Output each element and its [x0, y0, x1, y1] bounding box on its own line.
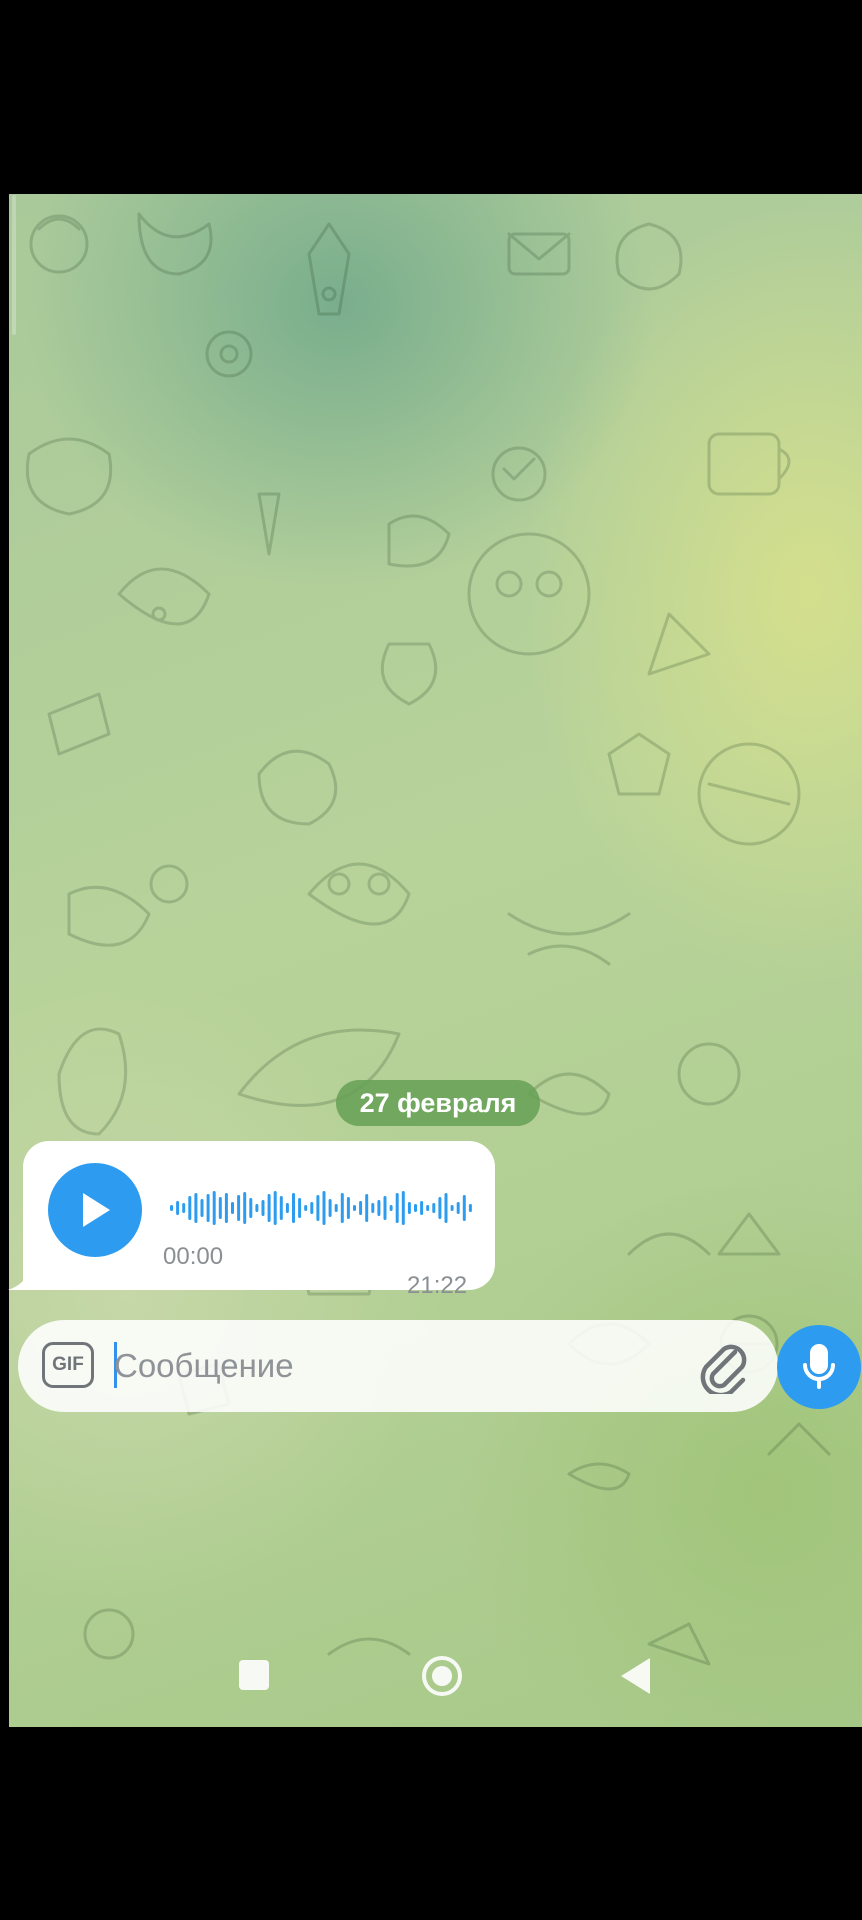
voice-duration: 00:00 — [163, 1243, 224, 1270]
waveform-bar — [407, 1202, 411, 1214]
waveform-bar — [432, 1203, 436, 1213]
scroll-indicator — [12, 195, 16, 335]
waveform-bar — [212, 1191, 216, 1225]
waveform-bar — [316, 1195, 320, 1221]
waveform-bar — [420, 1201, 424, 1215]
waveform-bar — [249, 1198, 253, 1218]
waveform-bar — [237, 1195, 241, 1221]
waveform-bar — [292, 1193, 295, 1223]
waveform-bar — [176, 1201, 180, 1215]
waveform-bar — [365, 1194, 369, 1222]
waveform-bar — [359, 1201, 363, 1215]
waveform-bar — [285, 1203, 289, 1213]
play-button[interactable] — [48, 1163, 142, 1257]
waveform-bar — [371, 1203, 375, 1213]
waveform-bar — [334, 1204, 338, 1212]
attach-button[interactable] — [695, 1334, 751, 1399]
message-time: 21:22 — [407, 1272, 468, 1299]
waveform-bar — [401, 1191, 405, 1225]
waveform-bar — [261, 1200, 265, 1216]
waveform-bar — [340, 1193, 344, 1223]
nav-home-button[interactable] — [421, 1655, 463, 1697]
waveform-bar — [206, 1194, 210, 1222]
waveform-bar — [414, 1204, 417, 1212]
chat-wallpaper-pattern — [25, 212, 831, 1666]
waveform-bar — [310, 1202, 314, 1214]
waveform-bar — [444, 1193, 448, 1223]
date-separator: 27 февраля — [336, 1080, 540, 1126]
waveform-bar — [279, 1196, 283, 1220]
waveform-bar — [389, 1205, 393, 1211]
gif-button[interactable]: GIF — [42, 1342, 94, 1388]
waveform-bar — [231, 1202, 234, 1214]
message-input[interactable] — [114, 1336, 674, 1396]
waveform-bar — [304, 1205, 308, 1211]
voice-record-button[interactable] — [777, 1325, 861, 1409]
waveform-bar — [194, 1193, 198, 1223]
waveform-bar — [298, 1198, 302, 1218]
waveform-bar — [450, 1205, 454, 1211]
waveform-bar — [328, 1199, 332, 1217]
play-icon — [83, 1193, 110, 1227]
waveform-bar — [377, 1200, 381, 1216]
waveform-bar — [170, 1205, 173, 1211]
waveform-bar — [188, 1196, 192, 1220]
waveform-bar — [243, 1192, 247, 1224]
waveform-bar — [267, 1194, 271, 1222]
chat-screen — [9, 194, 862, 1727]
waveform-bar — [383, 1196, 387, 1220]
waveform-bar — [456, 1202, 460, 1214]
microphone-icon — [803, 1344, 835, 1389]
voice-waveform[interactable] — [170, 1190, 480, 1226]
waveform-bar — [395, 1193, 399, 1223]
waveform-bar — [353, 1205, 356, 1211]
waveform-bar — [346, 1197, 350, 1219]
waveform-bar — [438, 1197, 442, 1219]
nav-recents-button[interactable] — [239, 1660, 269, 1690]
waveform-bar — [273, 1191, 277, 1225]
waveform-bar — [426, 1205, 430, 1211]
waveform-bar — [200, 1199, 204, 1217]
waveform-bar — [468, 1204, 472, 1212]
waveform-bar — [255, 1204, 259, 1212]
nav-back-button[interactable] — [618, 1656, 654, 1696]
waveform-bar — [182, 1203, 186, 1213]
waveform-bar — [218, 1197, 222, 1219]
waveform-bar — [224, 1193, 228, 1223]
waveform-bar — [322, 1191, 326, 1225]
waveform-bar — [462, 1195, 466, 1221]
paperclip-icon — [700, 1344, 747, 1398]
